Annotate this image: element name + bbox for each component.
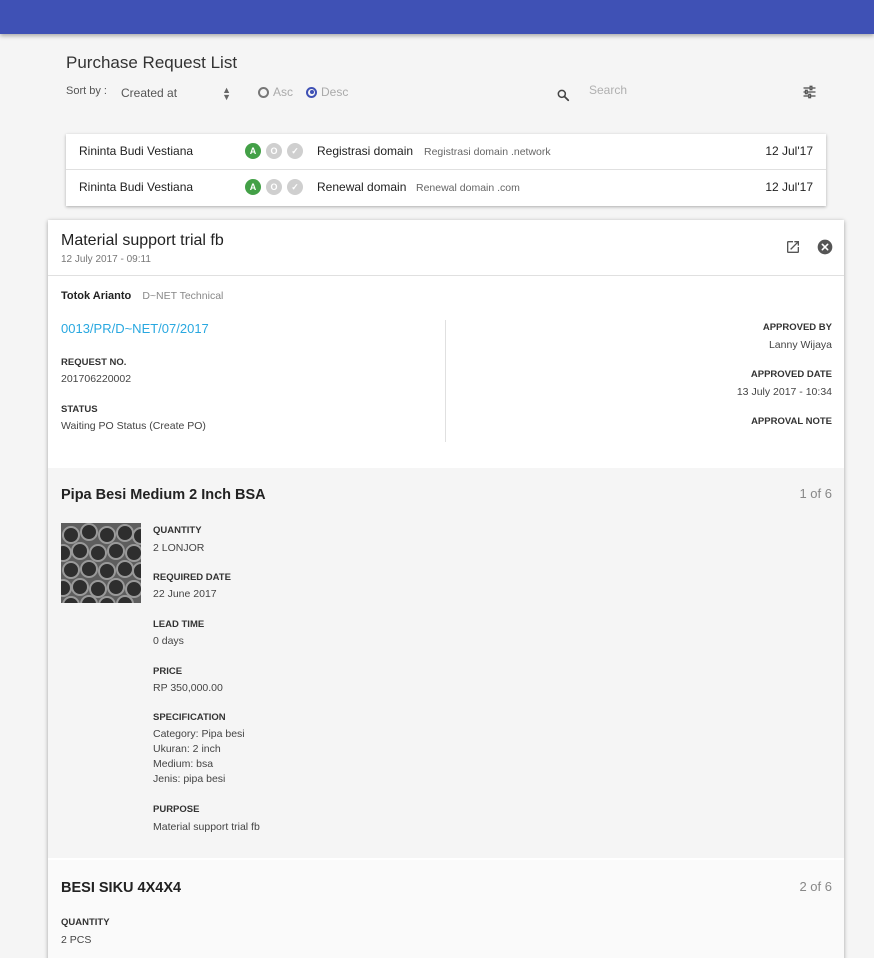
approved-date-value: 13 July 2017 - 10:34	[736, 386, 832, 398]
price-value: RP 350,000.00	[153, 682, 223, 694]
request-date: 12 Jul'17	[765, 144, 813, 158]
item-name: BESI SIKU 4X4X4	[61, 880, 182, 896]
sort-select[interactable]: Created at ▲ ▼	[121, 85, 231, 102]
close-circle-icon[interactable]	[817, 239, 833, 255]
request-list: Rininta Budi Vestiana A O ✓ Registrasi d…	[66, 134, 826, 206]
spec-line: Medium: bsa	[153, 758, 214, 770]
sort-asc-radio[interactable]: Asc	[258, 85, 293, 99]
quantity-label: QUANTITY	[61, 917, 110, 928]
quantity-label: QUANTITY	[153, 525, 202, 536]
item-card: BESI SIKU 4X4X4 2 of 6 QUANTITY 2 PCS	[48, 860, 844, 958]
requester-info: Totok Arianto D~NET Technical	[61, 290, 223, 302]
required-date-label: REQUIRED DATE	[153, 572, 231, 583]
search-input[interactable]	[589, 83, 779, 97]
item-count: 1 of 6	[799, 486, 832, 501]
detail-title: Material support trial fb	[61, 232, 224, 249]
request-detail-panel: Material support trial fb 12 July 2017 -…	[48, 220, 844, 958]
requester-name: Rininta Budi Vestiana	[79, 180, 194, 194]
request-list-item[interactable]: Rininta Budi Vestiana A O ✓ Registrasi d…	[66, 134, 826, 170]
status-badges: A O ✓	[245, 143, 303, 159]
page-title: Purchase Request List	[66, 53, 238, 72]
column-divider	[445, 320, 446, 442]
ordered-badge: O	[266, 179, 282, 195]
approved-by-value: Lanny Wijaya	[768, 339, 832, 351]
request-title: Registrasi domain	[317, 144, 414, 158]
specification-list: Category: Pipa besi Ukuran: 2 inch Mediu…	[153, 727, 245, 787]
required-date-value: 22 June 2017	[153, 588, 217, 600]
top-app-bar	[0, 0, 874, 34]
approved-badge: A	[245, 143, 261, 159]
sort-desc-label: Desc	[321, 85, 349, 99]
request-subtitle: Renewal domain .com	[416, 182, 520, 194]
check-badge-icon: ✓	[287, 143, 303, 159]
specification-label: SPECIFICATION	[153, 712, 226, 723]
lead-time-value: 0 days	[153, 635, 184, 647]
detail-datetime: 12 July 2017 - 09:11	[61, 254, 151, 265]
lead-time-label: LEAD TIME	[153, 619, 205, 630]
requester-department: D~NET Technical	[142, 290, 224, 302]
requester-name: Totok Arianto	[61, 290, 132, 302]
status-badges: A O ✓	[245, 179, 303, 195]
pr-number-link[interactable]: 0013/PR/D~NET/07/2017	[61, 321, 209, 336]
approval-note-label: APPROVAL NOTE	[751, 416, 832, 427]
sort-label: Sort by :	[66, 85, 107, 97]
request-title: Renewal domain	[317, 180, 407, 194]
quantity-value: 2 LONJOR	[153, 542, 205, 554]
sort-arrows-icon: ▲ ▼	[222, 85, 231, 102]
request-no-value: 201706220002	[61, 373, 132, 385]
approved-by-label: APPROVED BY	[762, 322, 832, 333]
sort-select-value: Created at	[121, 86, 178, 100]
approved-badge: A	[245, 179, 261, 195]
radio-unchecked-icon	[258, 86, 269, 98]
request-list-item[interactable]: Rininta Budi Vestiana A O ✓ Renewal doma…	[66, 170, 826, 206]
search-icon[interactable]	[556, 88, 570, 102]
request-no-label: REQUEST NO.	[61, 357, 127, 368]
approved-date-label: APPROVED DATE	[750, 369, 832, 380]
ordered-badge: O	[266, 143, 282, 159]
item-card: Pipa Besi Medium 2 Inch BSA 1 of 6 QUANT…	[48, 468, 844, 858]
spec-line: Category: Pipa besi	[153, 728, 245, 740]
requester-name: Rininta Budi Vestiana	[79, 144, 194, 158]
item-count: 2 of 6	[799, 879, 832, 894]
price-label: PRICE	[153, 666, 183, 677]
request-date: 12 Jul'17	[765, 180, 813, 194]
item-image	[61, 523, 141, 603]
purpose-value: Material support trial fb	[153, 821, 260, 833]
spec-line: Ukuran: 2 inch	[153, 743, 221, 755]
radio-checked-icon	[306, 86, 317, 98]
status-label: STATUS	[61, 404, 98, 415]
status-value: Waiting PO Status (Create PO)	[61, 420, 206, 432]
spec-line: Jenis: pipa besi	[153, 773, 226, 785]
open-in-new-icon[interactable]	[785, 239, 801, 255]
sort-desc-radio[interactable]: Desc	[306, 85, 348, 99]
tune-filter-icon[interactable]	[801, 84, 818, 100]
detail-header: Material support trial fb 12 July 2017 -…	[48, 220, 844, 276]
purpose-label: PURPOSE	[153, 804, 200, 815]
quantity-value: 2 PCS	[61, 934, 92, 946]
request-subtitle: Registrasi domain .network	[424, 146, 551, 158]
sort-asc-label: Asc	[273, 85, 294, 99]
item-name: Pipa Besi Medium 2 Inch BSA	[61, 487, 266, 503]
check-badge-icon: ✓	[287, 179, 303, 195]
